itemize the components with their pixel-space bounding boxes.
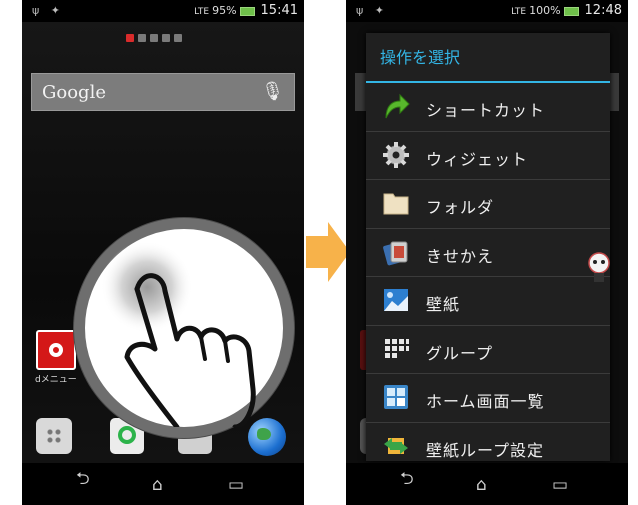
back-icon[interactable]: ⮌ bbox=[76, 466, 90, 495]
folder-icon bbox=[383, 193, 409, 215]
menu-item-label: きせかえ bbox=[426, 246, 495, 266]
gesture-magnifier bbox=[74, 218, 294, 438]
usb-android-icons: ψ ✦ bbox=[32, 4, 64, 17]
apps-grid-icon[interactable] bbox=[36, 418, 72, 454]
menu-item-label: 壁紙ループ設定 bbox=[426, 440, 545, 460]
menu-item-label: グループ bbox=[426, 343, 494, 363]
select-action-dialog: 操作を選択 ショートカット ウィジェット フォルダ きせかえ 壁紙 グループ ホ… bbox=[366, 33, 610, 461]
google-logo: Google bbox=[42, 82, 106, 103]
long-press-hand-icon bbox=[101, 241, 256, 427]
left-phone-screen: ψ ✦ LTE 95% 15:41 Google 🎙︎ dメニュー ⮌ ⌂ ▭ bbox=[22, 0, 304, 505]
back-icon[interactable]: ⮌ bbox=[400, 466, 414, 495]
page-dot bbox=[174, 34, 182, 42]
battery-icon bbox=[563, 6, 579, 16]
page-dot bbox=[162, 34, 170, 42]
page-dot bbox=[126, 34, 134, 42]
dialog-title: 操作を選択 bbox=[366, 33, 610, 83]
dmenu-app-icon[interactable] bbox=[36, 330, 76, 370]
menu-item-folder[interactable]: フォルダ bbox=[366, 180, 610, 229]
theme-icon bbox=[383, 241, 408, 265]
dmenu-app-label: dメニュー bbox=[35, 375, 77, 385]
page-dot bbox=[150, 34, 158, 42]
menu-item-label: ウィジェット bbox=[426, 149, 529, 169]
signal-lte: LTE bbox=[194, 7, 210, 17]
menu-item-group[interactable]: グループ bbox=[366, 326, 610, 374]
status-bar: ψ ✦ LTE 100% 12:48 bbox=[346, 0, 628, 22]
mic-icon[interactable]: 🎙︎ bbox=[261, 81, 284, 102]
clock: 12:48 bbox=[584, 3, 622, 18]
google-search-bar[interactable]: Google 🎙︎ bbox=[31, 73, 295, 111]
mascot-sticker-icon bbox=[588, 252, 610, 282]
home-screens-icon bbox=[384, 385, 408, 409]
recent-apps-icon[interactable]: ▭ bbox=[228, 475, 244, 495]
page-dot bbox=[138, 34, 146, 42]
menu-item-wallpaper-loop[interactable]: 壁紙ループ設定 bbox=[366, 423, 610, 462]
menu-item-label: ホーム画面一覧 bbox=[426, 392, 545, 411]
home-icon[interactable]: ⌂ bbox=[152, 475, 163, 495]
nav-bar: ⮌ ⌂ ▭ bbox=[346, 463, 628, 505]
right-phone-screen: ψ ✦ LTE 100% 12:48 操作を選択 ショートカット ウィジェット … bbox=[346, 0, 628, 505]
wallpaper-icon bbox=[384, 289, 408, 311]
status-bar: ψ ✦ LTE 95% 15:41 bbox=[22, 0, 304, 22]
nav-bar: ⮌ ⌂ ▭ bbox=[22, 463, 304, 505]
recent-apps-icon[interactable]: ▭ bbox=[552, 475, 568, 495]
signal-lte: LTE bbox=[511, 7, 527, 17]
battery-icon bbox=[239, 6, 255, 16]
home-icon[interactable]: ⌂ bbox=[476, 475, 487, 495]
menu-item-wallpaper[interactable]: 壁紙 bbox=[366, 277, 610, 326]
group-grid-icon bbox=[385, 338, 409, 358]
next-step-arrow bbox=[306, 222, 350, 282]
menu-item-label: フォルダ bbox=[426, 198, 495, 217]
shortcut-arrow-icon bbox=[385, 93, 410, 119]
menu-item-label: 壁紙 bbox=[426, 295, 461, 314]
clock: 15:41 bbox=[260, 3, 298, 18]
usb-android-icons: ψ ✦ bbox=[356, 4, 388, 17]
widget-gear-icon bbox=[383, 141, 409, 168]
menu-item-widget[interactable]: ウィジェット bbox=[366, 132, 610, 180]
menu-item-shortcut[interactable]: ショートカット bbox=[366, 83, 610, 132]
battery-percent: 95% bbox=[212, 4, 237, 17]
battery-percent: 100% bbox=[529, 4, 561, 17]
menu-item-label: ショートカット bbox=[426, 101, 546, 120]
wallpaper-loop-icon bbox=[384, 437, 408, 454]
menu-item-theme[interactable]: きせかえ bbox=[366, 229, 610, 277]
page-indicator bbox=[126, 34, 182, 42]
menu-item-home-screens[interactable]: ホーム画面一覧 bbox=[366, 374, 610, 423]
